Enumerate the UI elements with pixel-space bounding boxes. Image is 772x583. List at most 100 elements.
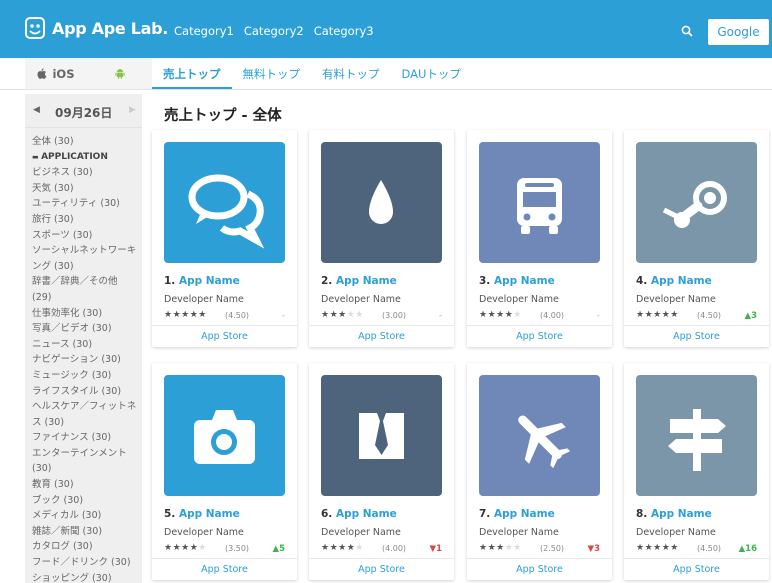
sidebar-category-item[interactable]: ビジネス (30) <box>32 165 138 181</box>
rating-row: ★★★★★ (4.00) - <box>479 310 600 324</box>
platform-ios-tab[interactable]: iOS <box>25 58 87 89</box>
app-card[interactable]: 7. App Name Developer Name ★★★★★ (2.50) … <box>467 363 612 580</box>
rank-change: ▲5 <box>272 544 285 554</box>
platform-ios-label: iOS <box>52 66 75 81</box>
app-name-link[interactable]: 5. App Name <box>164 508 240 520</box>
developer-name: Developer Name <box>164 294 244 305</box>
sidebar-category-item[interactable]: 仕事効率化 (30) <box>32 306 138 322</box>
tab-top-free[interactable]: 無料トップ <box>232 58 312 89</box>
star-rating-icon: ★★★★★ <box>479 543 522 553</box>
nav-category3[interactable]: Category3 <box>314 24 374 38</box>
sidebar-category-item[interactable]: ミュージック (30) <box>32 368 138 384</box>
google-login-button[interactable]: Google <box>708 19 769 45</box>
app-name-link[interactable]: 2. App Name <box>321 275 397 287</box>
sidebar-category-item[interactable]: 辞書／辞典／その他 (29) <box>32 274 138 305</box>
sidebar-category-item[interactable]: フード／ドリンク (30) <box>32 555 138 571</box>
app-name-link[interactable]: 6. App Name <box>321 508 397 520</box>
developer-name: Developer Name <box>636 294 716 305</box>
category-group-label: APPLICATION <box>41 151 108 162</box>
brand-logo[interactable]: App Ape Lab. <box>25 17 168 39</box>
app-name-link[interactable]: 8. App Name <box>636 508 712 520</box>
date-prev-arrow-icon[interactable]: ◀ <box>33 105 40 115</box>
sidebar-category-item[interactable]: ユーティリティ (30) <box>32 196 138 212</box>
app-icon-tile[interactable] <box>164 142 285 263</box>
sidebar-category-item[interactable]: ブック (30) <box>32 493 138 509</box>
app-icon-tile[interactable] <box>636 142 757 263</box>
sidebar-category-item[interactable]: ニュース (30) <box>32 337 138 353</box>
developer-name: Developer Name <box>164 527 244 538</box>
app-card[interactable]: 4. App Name Developer Name ★★★★★ (4.50) … <box>624 130 769 347</box>
app-store-link[interactable]: App Store <box>309 558 454 580</box>
app-name-link[interactable]: 4. App Name <box>636 275 712 287</box>
rating-score: (2.50) <box>540 544 565 553</box>
necktie-icon <box>321 375 442 496</box>
rating-row: ★★★★★ (2.50) ▼3 <box>479 543 600 557</box>
rating-score: (4.50) <box>697 544 722 553</box>
sidebar-category-item[interactable]: スポーツ (30) <box>32 228 138 244</box>
sidebar-category-item[interactable]: 雑誌／新聞 (30) <box>32 524 138 540</box>
sidebar-category-item[interactable]: ライフスタイル (30) <box>32 384 138 400</box>
sidebar-category-item[interactable]: ヘルスケア／フィットネス (30) <box>32 399 138 430</box>
app-name-link[interactable]: 1. App Name <box>164 275 240 287</box>
nav-category1[interactable]: Category1 <box>174 24 234 38</box>
app-icon-tile[interactable] <box>164 375 285 496</box>
sidebar-category-item[interactable]: ショッピング (30) <box>32 571 138 583</box>
app-card[interactable]: 1. App Name Developer Name ★★★★★ (4.50) … <box>152 130 297 347</box>
app-icon-tile[interactable] <box>479 375 600 496</box>
date-selector: ◀ 09月26日 ▶ <box>25 94 142 128</box>
star-rating-icon: ★★★★★ <box>636 310 679 320</box>
app-store-link[interactable]: App Store <box>467 558 612 580</box>
tab-top-paid[interactable]: 有料トップ <box>311 58 391 89</box>
app-store-link[interactable]: App Store <box>624 325 769 347</box>
app-icon-tile[interactable] <box>636 375 757 496</box>
sidebar-category-item[interactable]: ソーシャルネットワーキング (30) <box>32 243 138 274</box>
app-rank: 7. <box>479 508 491 520</box>
app-store-link[interactable]: App Store <box>624 558 769 580</box>
search-icon[interactable] <box>681 25 693 37</box>
app-store-link[interactable]: App Store <box>467 325 612 347</box>
sidebar-category-item[interactable]: 全体 (30) <box>32 134 138 150</box>
app-store-link[interactable]: App Store <box>152 558 297 580</box>
app-icon-tile[interactable] <box>321 375 442 496</box>
sidebar-category-item[interactable]: メディカル (30) <box>32 508 138 524</box>
star-rating-icon: ★★★★★ <box>164 310 207 320</box>
tab-top-dau[interactable]: DAUトップ <box>391 58 472 89</box>
tab-top-grossing[interactable]: 売上トップ <box>152 58 232 89</box>
rating-row: ★★★★★ (4.50) ▲16 <box>636 543 757 557</box>
stars-filled: ★★★ <box>321 310 347 320</box>
rank-change: - <box>596 311 600 321</box>
stars-filled: ★★★★ <box>479 310 514 320</box>
top-header: App Ape Lab. Category1 Category2 Categor… <box>0 0 772 58</box>
app-icon-tile[interactable] <box>321 142 442 263</box>
app-card[interactable]: 6. App Name Developer Name ★★★★★ (4.00) … <box>309 363 454 580</box>
sidebar-category-item[interactable]: 旅行 (30) <box>32 212 138 228</box>
app-card[interactable]: 8. App Name Developer Name ★★★★★ (4.50) … <box>624 363 769 580</box>
rank-change: - <box>281 311 285 321</box>
app-name: App Name <box>178 508 240 520</box>
app-name-link[interactable]: 7. App Name <box>479 508 555 520</box>
app-store-link[interactable]: App Store <box>152 325 297 347</box>
app-card[interactable]: 2. App Name Developer Name ★★★★★ (3.00) … <box>309 130 454 347</box>
app-card[interactable]: 3. App Name Developer Name ★★★★★ (4.00) … <box>467 130 612 347</box>
app-name: App Name <box>335 275 397 287</box>
sidebar-category-item[interactable]: 天気 (30) <box>32 181 138 197</box>
sidebar-category-item[interactable]: カタログ (30) <box>32 539 138 555</box>
rating-row: ★★★★★ (3.50) ▲5 <box>164 543 285 557</box>
category-sidebar: ◀ 09月26日 ▶ 全体 (30) ▬ APPLICATION ビジネス (30)… <box>25 94 142 583</box>
apple-icon <box>37 68 47 79</box>
star-rating-icon: ★★★★★ <box>479 310 522 320</box>
sidebar-category-item[interactable]: 写真／ビデオ (30) <box>32 321 138 337</box>
sidebar-category-item[interactable]: 教育 (30) <box>32 477 138 493</box>
app-icon-tile[interactable] <box>479 142 600 263</box>
platform-android-tab[interactable] <box>87 58 152 89</box>
app-name-link[interactable]: 3. App Name <box>479 275 555 287</box>
app-card[interactable]: 5. App Name Developer Name ★★★★★ (3.50) … <box>152 363 297 580</box>
sidebar-category-item[interactable]: エンターテインメント (30) <box>32 446 138 477</box>
sidebar-category-item[interactable]: ファイナンス (30) <box>32 430 138 446</box>
category-group-header: ▬ APPLICATION <box>32 150 138 166</box>
app-store-link[interactable]: App Store <box>309 325 454 347</box>
nav-category2[interactable]: Category2 <box>244 24 304 38</box>
sidebar-category-item[interactable]: ナビゲーション (30) <box>32 352 138 368</box>
date-next-arrow-icon[interactable]: ▶ <box>129 105 136 115</box>
app-name: App Name <box>650 275 712 287</box>
